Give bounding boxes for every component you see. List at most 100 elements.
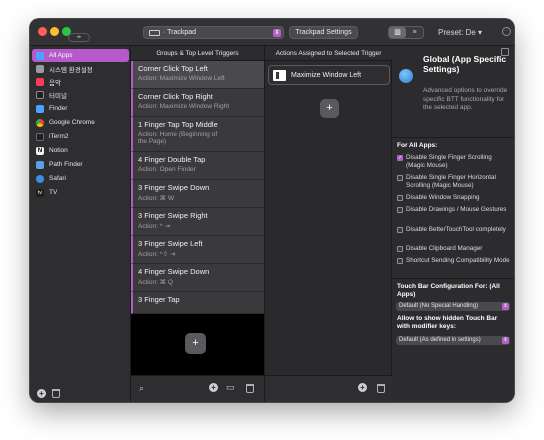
option-disable-horizontal-scrolling[interactable]: Disable Single Finger Horizontal Scrolli… — [397, 174, 511, 190]
sidebar-item-tv[interactable]: tv TV — [32, 186, 129, 199]
checkbox[interactable] — [397, 258, 403, 264]
sidebar-item-label: Path Finder — [49, 161, 83, 168]
actions-column-header: Actions Assigned to Selected Trigger — [264, 46, 392, 61]
search-icon[interactable]: ⌕ — [139, 383, 144, 394]
trigger-item[interactable]: 4 Finger Double Tap Action: Open Finder — [131, 152, 264, 180]
trigger-action-continued: the Page) — [138, 138, 167, 145]
sidebar-item-music[interactable]: 음악 — [32, 75, 129, 88]
trigger-item[interactable]: 3 Finger Swipe Down Action: ⌘ W — [131, 180, 264, 208]
select-value: Default (As defined in settings) — [399, 337, 481, 343]
divider — [392, 278, 514, 279]
sidebar-item-finder[interactable]: Finder — [32, 102, 129, 115]
sidebar-item-google-chrome[interactable]: Google Chrome — [32, 116, 129, 129]
sidebar-item-path-finder[interactable]: Path Finder — [32, 158, 129, 171]
checkbox[interactable] — [397, 175, 403, 181]
path-finder-icon — [36, 160, 44, 169]
trigger-item[interactable]: 4 Finger Swipe Down Action: ⌘ Q — [131, 264, 264, 292]
triggers-footer: ⌕ + ▭ — [131, 375, 264, 402]
trigger-item[interactable]: 3 Finger Swipe Left Action: ^⇧ ⇥ — [131, 236, 264, 264]
trackpad-settings-button[interactable]: Trackpad Settings — [289, 26, 358, 39]
checkbox[interactable] — [397, 207, 403, 213]
title-bar: ◂▸ · Trackpad ⇕ Trackpad Settings ▥ ≡ Pr… — [30, 19, 514, 46]
add-trigger-icon[interactable]: + — [209, 383, 218, 392]
checkbox[interactable] — [397, 227, 403, 233]
trigger-title: 3 Finger Swipe Left — [138, 239, 203, 248]
option-disable-btt[interactable]: Disable BetterTouchTool completely — [397, 226, 511, 234]
trackpad-icon — [149, 29, 160, 36]
trigger-item[interactable]: 3 Finger Tap — [131, 292, 264, 314]
view-mode-toggle[interactable]: ▥ ≡ — [388, 26, 424, 39]
chrome-icon — [36, 118, 44, 127]
globe-icon — [399, 69, 413, 83]
sidebar-item-notion[interactable]: N Notion — [32, 144, 129, 157]
option-label: Shortcut Sending Compatibility Mode — [406, 257, 510, 264]
sidebar-item-iterm2[interactable]: iTerm2 — [32, 130, 129, 143]
panel-title: Global (App Specific Settings) — [423, 54, 507, 74]
trigger-action: Action: ⌘ Q — [138, 279, 174, 286]
trash-icon[interactable] — [52, 389, 60, 398]
add-trigger-button[interactable]: + — [185, 333, 206, 354]
trigger-title: Corner Click Top Left — [138, 64, 208, 73]
option-label: Disable Window Snapping — [406, 194, 480, 201]
trash-icon[interactable] — [246, 384, 254, 393]
trigger-title: 4 Finger Double Tap — [138, 155, 206, 164]
triggers-list: Corner Click Top Left Action: Maximize W… — [131, 61, 264, 375]
trigger-item[interactable]: 3 Finger Swipe Right Action: ^ ⇥ — [131, 208, 264, 236]
sidebar-item-system-preferences[interactable]: 시스템 환경설정 — [32, 62, 129, 75]
sidebar-item-terminal[interactable]: 터미널 — [32, 88, 129, 101]
trigger-action: Action: Home (Beginning of — [138, 131, 218, 138]
trigger-item[interactable]: Corner Click Top Right Action: Maximize … — [131, 89, 264, 117]
trigger-title: 4 Finger Swipe Down — [138, 267, 210, 276]
option-disable-drawings[interactable]: Disable Drawings / Mouse Gestures — [397, 206, 511, 214]
grid-view-icon[interactable]: ▥ — [389, 27, 406, 38]
sidebar-item-safari[interactable]: Safari — [32, 172, 129, 185]
safari-compass-icon — [36, 174, 44, 183]
gear-icon — [36, 64, 44, 73]
iterm-icon — [36, 132, 44, 141]
actions-footer: + — [264, 375, 392, 402]
sidebar-toggle-button[interactable]: ◂▸ — [68, 33, 90, 42]
sidebar-item-label: Finder — [49, 105, 68, 112]
trigger-item[interactable]: Corner Click Top Left Action: Maximize W… — [131, 61, 264, 89]
action-label: Maximize Window Left — [291, 71, 362, 79]
hidden-touchbar-select[interactable]: Default (As defined in settings) ⇕ — [396, 336, 510, 345]
add-action-button[interactable]: + — [320, 99, 339, 118]
device-type-select[interactable]: · Trackpad ⇕ — [143, 26, 284, 39]
touchbar-config-select[interactable]: Default (No Special Handling) ⇕ — [396, 302, 510, 311]
trigger-action: Action: Maximize Window Right — [138, 103, 230, 110]
chevron-updown-icon: ⇕ — [502, 303, 509, 310]
triggers-column-header: Groups & Top Level Triggers — [131, 46, 264, 61]
trigger-item[interactable]: 1 Finger Tap Top Middle Action: Home (Be… — [131, 117, 264, 152]
new-folder-icon[interactable]: ▭ — [226, 382, 235, 393]
trigger-title: Corner Click Top Right — [138, 92, 213, 101]
option-disable-clipboard-manager[interactable]: Disable Clipboard Manager — [397, 245, 511, 253]
option-shortcut-sending-compat[interactable]: Shortcut Sending Compatibility Mode — [397, 257, 511, 265]
sidebar-item-label: iTerm2 — [49, 133, 69, 140]
action-item[interactable]: Maximize Window Left — [268, 65, 390, 85]
checkbox[interactable] — [397, 246, 403, 252]
select-value: Default (No Special Handling) — [399, 303, 479, 309]
sidebar-item-label: Safari — [49, 175, 66, 182]
sidebar-item-all-apps[interactable]: All Apps — [32, 49, 129, 62]
option-disable-window-snapping[interactable]: Disable Window Snapping — [397, 194, 511, 202]
option-disable-single-finger-scrolling[interactable]: ✓ Disable Single Finger Scrolling (Magic… — [397, 154, 511, 170]
list-view-icon[interactable]: ≡ — [406, 27, 423, 38]
close-window-button[interactable] — [38, 27, 47, 36]
trigger-action: Action: ⌘ W — [138, 195, 175, 202]
panel-description: Advanced options to override specific BT… — [423, 87, 508, 111]
more-options-icon[interactable]: ⋯ — [502, 27, 511, 36]
add-app-icon[interactable]: + — [37, 389, 46, 398]
add-action-icon[interactable]: + — [358, 383, 367, 392]
app-settings-panel: Global (App Specific Settings) Advanced … — [392, 46, 514, 402]
preset-selector[interactable]: Preset: De ▾ — [438, 28, 482, 37]
trash-icon[interactable] — [377, 384, 385, 393]
app-sidebar: All Apps 시스템 환경설정 음악 터미널 Finder Google C… — [30, 46, 131, 402]
checkbox[interactable] — [397, 195, 403, 201]
trigger-title: 1 Finger Tap Top Middle — [138, 120, 218, 129]
checkbox-checked[interactable]: ✓ — [397, 155, 403, 161]
apple-tv-icon: tv — [36, 188, 44, 197]
chevron-updown-icon: ⇕ — [502, 337, 509, 344]
app-store-icon — [36, 51, 44, 60]
sidebar-item-label: 터미널 — [49, 92, 67, 100]
minimize-window-button[interactable] — [50, 27, 59, 36]
